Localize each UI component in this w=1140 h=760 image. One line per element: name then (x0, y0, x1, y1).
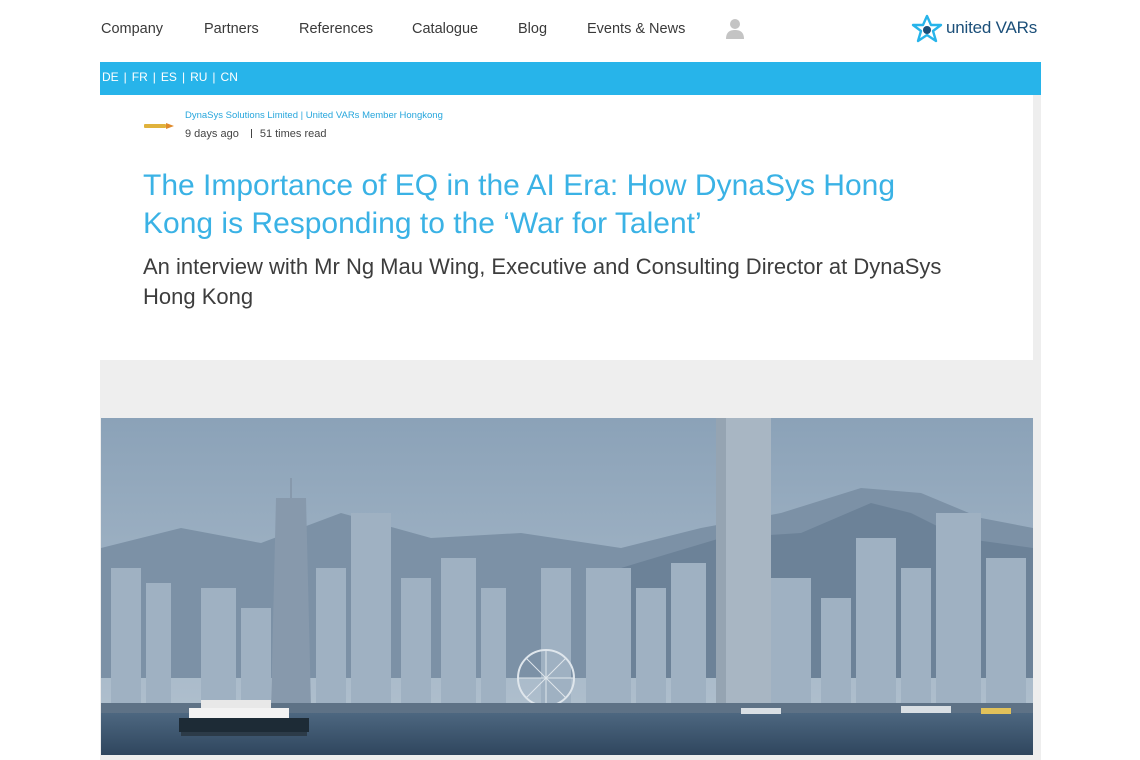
nav-item-catalogue[interactable]: Catalogue (412, 21, 478, 37)
brand-name: united VARs (946, 18, 1038, 37)
posted-time: 9 days ago (185, 128, 239, 140)
nav-item-blog[interactable]: Blog (518, 21, 547, 37)
lang-fr[interactable]: FR (132, 70, 148, 84)
article-meta: 9 days ago 51 times read (185, 128, 326, 140)
hero-image-skyline (101, 418, 1033, 755)
language-bar: DE | FR | ES | RU | CN (100, 62, 1041, 95)
article-subtitle: An interview with Mr Ng Mau Wing, Execut… (143, 254, 942, 309)
nav-item-company[interactable]: Company (101, 21, 163, 37)
brand-logo[interactable]: united VARs (911, 14, 1041, 46)
star-logo-icon (911, 14, 943, 43)
nav-item-events-news[interactable]: Events & News (587, 21, 685, 37)
lang-ru[interactable]: RU (190, 70, 207, 84)
lang-es[interactable]: ES (161, 70, 177, 84)
author-name[interactable]: DynaSys Solutions Limited | United VARs … (185, 110, 443, 121)
meta-divider (250, 129, 252, 138)
lang-cn[interactable]: CN (221, 70, 238, 84)
top-navigation: Company Partners References Catalogue Bl… (0, 0, 1140, 62)
lang-de[interactable]: DE (102, 70, 119, 84)
article-title: The Importance of EQ in the AI Era: How … (143, 169, 896, 240)
read-count: 51 times read (259, 128, 327, 140)
nav-item-partners[interactable]: Partners (204, 21, 259, 37)
author-logo[interactable] (142, 118, 176, 134)
user-icon[interactable] (725, 18, 745, 40)
nav-item-references[interactable]: References (299, 21, 373, 37)
